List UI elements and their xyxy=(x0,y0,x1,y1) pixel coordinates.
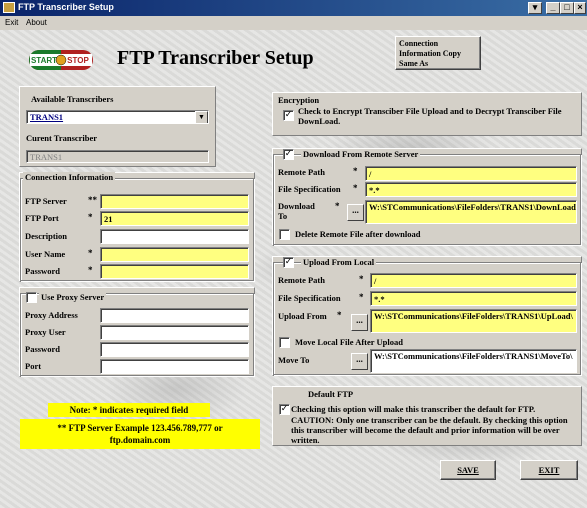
encrypt-checkbox-label: Check to Encrypt Transciber File Upload … xyxy=(298,106,562,126)
proxy-address-input[interactable] xyxy=(100,308,249,323)
move-local-label: Move Local File After Upload xyxy=(295,337,403,347)
close-button[interactable]: × xyxy=(574,2,586,14)
use-proxy-label: Use Proxy Server xyxy=(39,292,107,302)
move-to-label: Move To xyxy=(278,355,310,365)
start-stop-logo: START STOP xyxy=(27,42,95,78)
default-ftp-checkbox-label: Checking this option will make this tran… xyxy=(291,404,536,414)
minimize-button[interactable]: _ xyxy=(546,2,560,14)
password-input[interactable] xyxy=(100,264,249,279)
save-button[interactable]: SAVE xyxy=(440,460,496,480)
password-label: Password xyxy=(25,266,60,276)
upload-from-label: Upload From xyxy=(278,311,327,321)
transcribers-panel: Available Transcribers TRANS1 ▼ Curent T… xyxy=(19,86,216,167)
upload-group-label: Upload From Local xyxy=(301,257,377,267)
ftp-server-example-note: ** FTP Server Example 123.456.789,777 or… xyxy=(20,419,260,449)
proxy-port-input[interactable] xyxy=(100,359,249,374)
move-local-checkbox[interactable] xyxy=(279,337,290,348)
ftp-port-required: * xyxy=(88,212,93,222)
download-group-label: Download From Remote Server xyxy=(301,149,421,159)
proxy-password-label: Password xyxy=(25,344,60,354)
description-label: Description xyxy=(25,231,68,241)
ftp-server-input[interactable] xyxy=(100,194,249,209)
page-title: FTP Transcriber Setup xyxy=(117,47,314,69)
upload-remote-path-label: Remote Path xyxy=(278,275,325,285)
download-checkbox[interactable]: ✓ xyxy=(283,149,294,160)
example-line-2: ftp.domain.com xyxy=(109,435,171,445)
encryption-label: Encryption xyxy=(278,95,320,105)
ftp-port-input[interactable]: 21 xyxy=(100,211,249,226)
current-transcriber-field: TRANS1 xyxy=(26,150,209,163)
connection-copy-button[interactable]: Connection Information Copy Same As xyxy=(395,36,481,70)
delete-remote-checkbox[interactable] xyxy=(279,229,290,240)
default-ftp-caution: CAUTION: Only one transcriber can be the… xyxy=(291,415,568,445)
download-to-label-1: Download xyxy=(278,201,315,211)
dropdown-window-button[interactable]: ▾ xyxy=(528,2,542,14)
user-name-input[interactable] xyxy=(100,247,249,262)
upload-from-browse-button[interactable]: ... xyxy=(351,314,368,331)
user-name-label: User Name xyxy=(25,249,66,259)
ftp-server-required: ** xyxy=(88,195,97,205)
proxy-address-label: Proxy Address xyxy=(25,310,78,320)
exit-button[interactable]: EXIT xyxy=(520,460,578,480)
proxy-password-input[interactable] xyxy=(100,342,249,357)
maximize-button[interactable]: □ xyxy=(560,2,574,14)
title-bar: FTP Transcriber Setup ▾ _ □ × xyxy=(0,0,587,16)
window-title: FTP Transcriber Setup xyxy=(18,2,114,12)
download-to-input[interactable]: W:\STCommunications\FileFolders\TRANS1\D… xyxy=(365,200,577,224)
proxy-port-label: Port xyxy=(25,361,42,371)
description-input[interactable] xyxy=(100,229,249,244)
app-icon xyxy=(3,2,15,13)
proxy-user-label: Proxy User xyxy=(25,327,66,337)
upload-file-spec-required: * xyxy=(359,292,364,302)
download-file-spec-required: * xyxy=(353,183,358,193)
menu-bar: Exit About xyxy=(0,16,587,30)
available-transcribers-value: TRANS1 xyxy=(30,112,64,122)
menu-exit[interactable]: Exit xyxy=(5,18,18,27)
available-transcribers-select[interactable]: TRANS1 ▼ xyxy=(26,110,209,124)
current-transcriber-label: Curent Transcriber xyxy=(26,133,98,143)
chevron-down-icon[interactable]: ▼ xyxy=(195,111,208,123)
connection-panel: Connection Information FTP Server ** FTP… xyxy=(19,172,255,282)
upload-from-required: * xyxy=(337,310,342,320)
use-proxy-checkbox[interactable] xyxy=(26,292,37,303)
upload-from-input[interactable]: W:\STCommunications\FileFolders\TRANS1\U… xyxy=(370,309,577,333)
download-to-label-2: To xyxy=(278,211,288,221)
download-remote-path-input[interactable]: / xyxy=(365,166,577,181)
default-ftp-panel: Default FTP ✓ Checking this option will … xyxy=(272,386,582,446)
proxy-user-input[interactable] xyxy=(100,325,249,340)
encryption-panel: Encryption ✓ Check to Encrypt Transciber… xyxy=(272,92,582,136)
download-remote-path-label: Remote Path xyxy=(278,167,325,177)
ftp-port-label: FTP Port xyxy=(25,213,59,223)
download-to-browse-button[interactable]: ... xyxy=(347,204,364,221)
download-panel: ✓ Download From Remote Server Remote Pat… xyxy=(272,148,582,246)
download-file-spec-input[interactable]: *.* xyxy=(365,182,577,197)
upload-checkbox[interactable]: ✓ xyxy=(283,257,294,268)
default-ftp-checkbox[interactable]: ✓ xyxy=(279,404,290,415)
download-remote-path-required: * xyxy=(353,166,358,176)
move-to-input[interactable]: W:\STCommunications\FileFolders\TRANS1\M… xyxy=(370,349,577,373)
download-file-spec-label: File Specification xyxy=(278,184,341,194)
upload-file-spec-input[interactable]: *.* xyxy=(370,291,577,306)
example-line-1: ** FTP Server Example 123.456.789,777 or xyxy=(57,423,223,433)
upload-remote-path-required: * xyxy=(359,274,364,284)
move-to-browse-button[interactable]: ... xyxy=(351,353,368,370)
logo-start-text: START xyxy=(31,56,57,65)
upload-file-spec-label: File Specification xyxy=(278,293,341,303)
default-ftp-label: Default FTP xyxy=(308,389,354,399)
menu-about[interactable]: About xyxy=(26,18,47,27)
user-name-required: * xyxy=(88,248,93,258)
connection-group-label: Connection Information xyxy=(23,172,116,182)
upload-remote-path-input[interactable]: / xyxy=(370,273,577,288)
download-to-required: * xyxy=(335,201,340,211)
encrypt-checkbox[interactable]: ✓ xyxy=(283,110,294,121)
password-required: * xyxy=(88,265,93,275)
ftp-server-label: FTP Server xyxy=(25,196,67,206)
available-transcribers-label: Available Transcribers xyxy=(31,94,114,104)
proxy-panel: Use Proxy Server Proxy Address Proxy Use… xyxy=(19,287,255,377)
delete-remote-label: Delete Remote File after download xyxy=(295,229,421,239)
logo-stop-text: STOP xyxy=(67,56,89,65)
upload-panel: ✓ Upload From Local Remote Path * / File… xyxy=(272,256,582,376)
required-note: Note: * indicates required field xyxy=(48,403,210,417)
